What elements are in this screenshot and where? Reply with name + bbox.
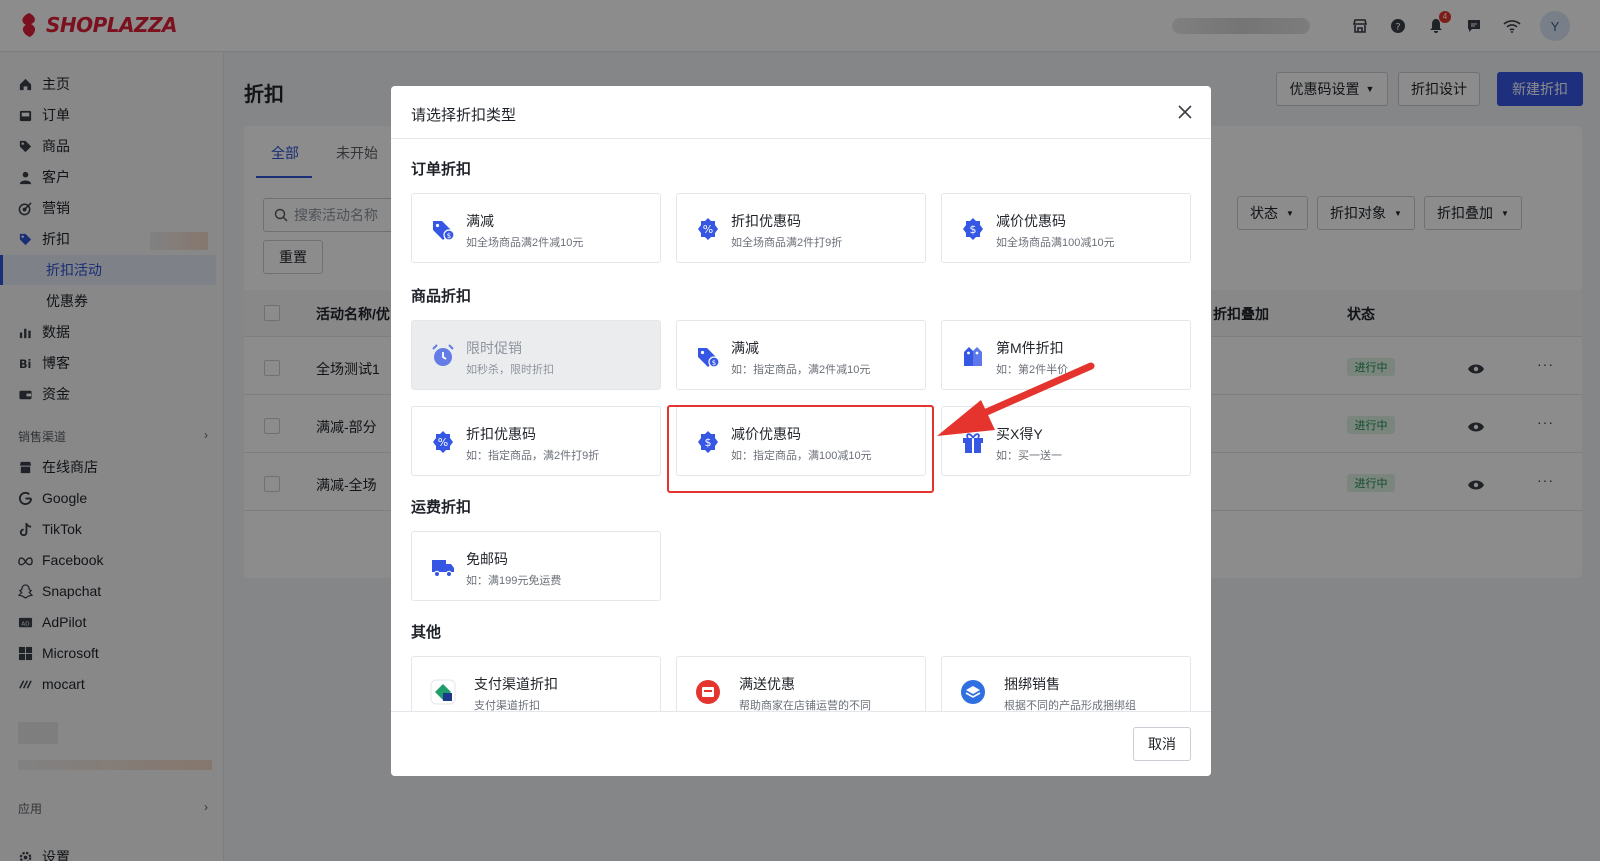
option-flash-sale: 限时促销 如秒杀，限时折扣 bbox=[411, 320, 661, 390]
highlight-box bbox=[667, 405, 934, 493]
option-order-percent-code[interactable]: % 折扣优惠码 如全场商品满2件打9折 bbox=[676, 193, 926, 263]
option-free-shipping-code[interactable]: 免邮码 如：满199元免运费 bbox=[411, 531, 661, 601]
svg-text:%: % bbox=[703, 223, 713, 236]
option-title: 折扣优惠码 bbox=[731, 213, 801, 229]
alarm-clock-icon bbox=[432, 344, 454, 366]
section-product-discounts: 商品折扣 bbox=[411, 288, 472, 305]
section-other: 其他 bbox=[411, 624, 442, 641]
modal-header: 请选择折扣类型 bbox=[391, 86, 1211, 139]
percent-badge-icon: % bbox=[433, 431, 453, 453]
option-desc: 如全场商品满2件打9折 bbox=[731, 237, 843, 249]
dollar-badge-icon: $ bbox=[963, 218, 983, 240]
option-desc: 根据不同的产品形成捆绑组 bbox=[1004, 700, 1136, 711]
modal-title: 请选择折扣类型 bbox=[411, 107, 517, 124]
option-desc: 如：指定商品，满2件减10元 bbox=[731, 364, 871, 376]
option-bundle-sales[interactable]: 捆绑销售 根据不同的产品形成捆绑组 bbox=[941, 656, 1191, 711]
option-product-amount-off[interactable]: $ 满减 如：指定商品，满2件减10元 bbox=[676, 320, 926, 390]
tag-dollar-icon: $ bbox=[433, 221, 455, 241]
option-desc: 帮助商家在店铺运营的不同 bbox=[739, 700, 871, 711]
truck-icon bbox=[432, 560, 454, 578]
svg-text:%: % bbox=[438, 436, 448, 449]
option-title: 限时促销 bbox=[466, 340, 522, 356]
option-desc: 如：买一送一 bbox=[996, 450, 1062, 462]
option-desc: 如全场商品满100减10元 bbox=[996, 237, 1115, 249]
option-gift-with-purchase[interactable]: 满送优惠 帮助商家在店铺运营的不同 bbox=[676, 656, 926, 711]
option-product-percent-code[interactable]: % 折扣优惠码 如：指定商品，满2件打9折 bbox=[411, 406, 661, 476]
cancel-button[interactable]: 取消 bbox=[1133, 727, 1191, 761]
option-order-amount-code[interactable]: $ 减价优惠码 如全场商品满100减10元 bbox=[941, 193, 1191, 263]
modal-footer: 取消 bbox=[391, 711, 1211, 776]
option-desc: 如：满199元免运费 bbox=[466, 575, 562, 587]
option-title: 支付渠道折扣 bbox=[474, 676, 558, 692]
option-title: 第M件折扣 bbox=[996, 340, 1064, 356]
option-title: 免邮码 bbox=[466, 551, 508, 567]
tag-dollar-icon: $ bbox=[698, 348, 720, 368]
percent-badge-icon: % bbox=[698, 218, 718, 240]
option-order-amount-off[interactable]: $ 满减 如全场商品满2件减10元 bbox=[411, 193, 661, 263]
option-desc: 如秒杀，限时折扣 bbox=[466, 364, 554, 376]
close-icon[interactable] bbox=[1175, 102, 1195, 122]
option-payment-channel-discount[interactable]: 支付渠道折扣 支付渠道折扣 bbox=[411, 656, 661, 711]
option-title: 捆绑销售 bbox=[1004, 676, 1060, 692]
section-shipping-discounts: 运费折扣 bbox=[411, 499, 472, 516]
option-title: 满送优惠 bbox=[739, 676, 795, 692]
payment-app-icon bbox=[430, 679, 456, 705]
svg-text:$: $ bbox=[970, 223, 977, 236]
section-order-discounts: 订单折扣 bbox=[411, 161, 472, 178]
svg-text:$: $ bbox=[712, 359, 716, 367]
option-title: 满减 bbox=[731, 340, 759, 356]
bundle-app-icon bbox=[961, 680, 985, 704]
option-title: 折扣优惠码 bbox=[466, 426, 536, 442]
option-desc: 如全场商品满2件减10元 bbox=[466, 237, 584, 249]
option-title: 满减 bbox=[466, 213, 494, 229]
annotation-arrow-icon bbox=[937, 362, 1095, 436]
option-desc: 如：指定商品，满2件打9折 bbox=[466, 450, 600, 462]
option-desc: 支付渠道折扣 bbox=[474, 700, 540, 711]
gift-app-icon bbox=[696, 680, 720, 704]
option-title: 减价优惠码 bbox=[996, 213, 1066, 229]
svg-text:$: $ bbox=[447, 232, 451, 240]
